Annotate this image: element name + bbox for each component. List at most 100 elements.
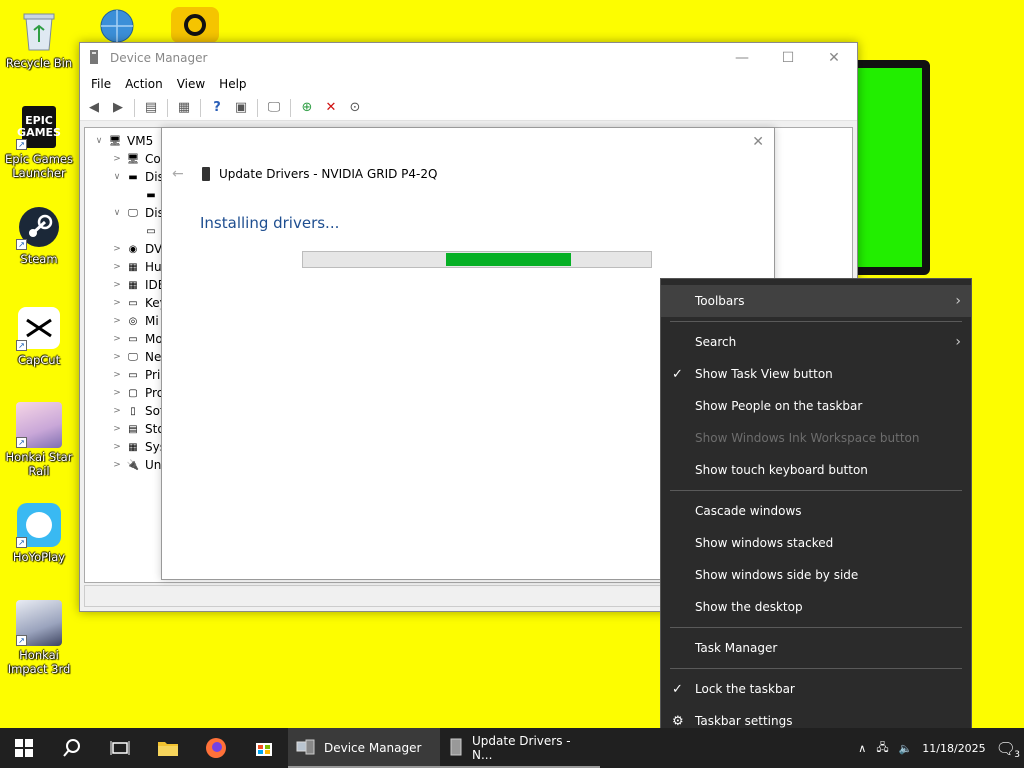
maximize-button[interactable]: ☐ <box>765 43 811 73</box>
tree-item[interactable]: ∨ 🖵 Dis <box>91 204 167 222</box>
back-arrow-icon[interactable]: ◀ <box>84 98 104 118</box>
chevron-up-icon[interactable]: ∧ <box>858 742 866 755</box>
help-icon[interactable]: ? <box>207 98 227 118</box>
menu-item-show-windows-side-by-side[interactable]: Show windows side by side <box>661 559 971 591</box>
menu-help[interactable]: Help <box>212 77 253 91</box>
chevron-right-icon[interactable]: > <box>109 298 125 308</box>
chevron-right-icon[interactable]: > <box>109 154 125 164</box>
network-icon[interactable]: 🖧 <box>876 739 888 758</box>
tree-item[interactable]: ▭ <box>91 222 167 240</box>
desktop-icon-capcut[interactable]: ↗ CapCut <box>4 305 74 367</box>
tree-item-label: Mi <box>145 314 159 328</box>
taskbar-app-update-drivers[interactable]: Update Drivers - N... <box>440 728 600 768</box>
recycle-bin-icon <box>16 8 62 54</box>
menu-item-label: Show touch keyboard button <box>695 463 868 477</box>
menu-item-show-touch-keyboard-button[interactable]: Show touch keyboard button <box>661 454 971 486</box>
file-explorer-icon[interactable] <box>144 728 192 768</box>
chevron-right-icon[interactable]: > <box>109 460 125 470</box>
menu-view[interactable]: View <box>170 77 212 91</box>
view-icon[interactable]: ▣ <box>231 98 251 118</box>
desktop-icon-epic-games[interactable]: EPIC GAMES ↗ Epic Games Launcher <box>4 104 74 180</box>
tree-item[interactable]: > ▯ Sof <box>91 402 167 420</box>
menu-file[interactable]: File <box>84 77 118 91</box>
tree-item[interactable]: > ▭ Key <box>91 294 167 312</box>
search-icon[interactable] <box>48 728 96 768</box>
menu-item-task-manager[interactable]: Task Manager <box>661 632 971 664</box>
menu-bar: File Action View Help <box>80 73 857 95</box>
tree-item[interactable]: > ▭ Pri <box>91 366 167 384</box>
ldplayer-icon[interactable] <box>171 7 219 43</box>
tree-item[interactable]: > 🔌 Un <box>91 456 167 474</box>
add-driver-icon[interactable]: ⊕ <box>297 98 317 118</box>
chevron-down-icon[interactable]: ∨ <box>109 208 125 218</box>
monitor-icon[interactable]: 🖵 <box>264 98 284 118</box>
properties-icon[interactable]: ▤ <box>141 98 161 118</box>
tree-item-label: Hu <box>145 260 162 274</box>
menu-item-toolbars[interactable]: Toolbars › <box>661 285 971 317</box>
tree-item[interactable]: ∨ 🖥 VM5 <box>91 132 167 150</box>
chevron-right-icon[interactable]: > <box>109 406 125 416</box>
tree-item[interactable]: > ▤ Sto <box>91 420 167 438</box>
close-button[interactable]: ✕ <box>811 43 857 73</box>
notification-icon[interactable]: 🗨 3 <box>996 739 1020 760</box>
menu-item-show-windows-ink-workspace-button: Show Windows Ink Workspace button <box>661 422 971 454</box>
chevron-right-icon[interactable]: > <box>109 352 125 362</box>
menu-item-cascade-windows[interactable]: Cascade windows <box>661 495 971 527</box>
desktop-icon-honkai-impact[interactable]: ↗ Honkai Impact 3rd <box>4 600 74 676</box>
menu-item-show-the-desktop[interactable]: Show the desktop <box>661 591 971 623</box>
firefox-icon[interactable] <box>192 728 240 768</box>
device-category-icon: ▦ <box>128 261 138 273</box>
desktop-icon-steam[interactable]: ↗ Steam <box>4 204 74 266</box>
tree-item[interactable]: > 🖵 Ne <box>91 348 167 366</box>
title-bar[interactable]: Device Manager — ☐ ✕ <box>80 43 857 73</box>
back-arrow-icon[interactable]: ← <box>172 166 202 182</box>
start-button[interactable] <box>0 728 48 768</box>
chevron-right-icon[interactable]: > <box>109 370 125 380</box>
toolbar: ◀ ▶ ▤ ▦ ? ▣ 🖵 ⊕ ✕ ⊙ <box>80 95 857 121</box>
desktop-icon-recycle-bin[interactable]: Recycle Bin <box>4 8 74 70</box>
tree-item[interactable]: > ▦ Hu <box>91 258 167 276</box>
tree-item[interactable]: > ◎ Mi <box>91 312 167 330</box>
chevron-right-icon[interactable]: > <box>109 334 125 344</box>
menu-item-show-windows-stacked[interactable]: Show windows stacked <box>661 527 971 559</box>
menu-item-lock-the-taskbar[interactable]: ✓ Lock the taskbar <box>661 673 971 705</box>
store-icon[interactable] <box>240 728 288 768</box>
desktop-icon-label: Recycle Bin <box>5 56 73 70</box>
list-icon[interactable]: ▦ <box>174 98 194 118</box>
tree-item[interactable]: > ▭ Mo <box>91 330 167 348</box>
chevron-right-icon[interactable]: > <box>109 280 125 290</box>
chevron-right-icon[interactable]: > <box>109 442 125 452</box>
tree-item-label: Pri <box>145 368 161 382</box>
tree-item[interactable]: ∨ ▬ Dis <box>91 168 167 186</box>
menu-item-search[interactable]: Search › <box>661 326 971 358</box>
menu-item-show-task-view-button[interactable]: ✓ Show Task View button <box>661 358 971 390</box>
desktop-icon-hoyoplay[interactable]: ↗ HoYoPlay <box>4 502 74 564</box>
globe-folder-icon[interactable] <box>96 8 138 44</box>
chevron-right-icon[interactable]: > <box>109 262 125 272</box>
chevron-right-icon[interactable]: > <box>109 244 125 254</box>
volume-icon[interactable]: 🔈 <box>899 742 913 755</box>
download-icon[interactable]: ⊙ <box>345 98 365 118</box>
clock-date[interactable]: 11/18/2025 <box>922 742 985 755</box>
chevron-right-icon[interactable]: > <box>109 388 125 398</box>
chevron-down-icon[interactable]: ∨ <box>91 136 107 146</box>
tree-item[interactable]: > ▦ IDE <box>91 276 167 294</box>
menu-item-show-people-on-the-taskbar[interactable]: Show People on the taskbar <box>661 390 971 422</box>
menu-action[interactable]: Action <box>118 77 170 91</box>
tree-item[interactable]: > 🖥 Co <box>91 150 167 168</box>
desktop-icon-honkai-star-rail[interactable]: ↗ Honkai Star Rail <box>4 402 74 478</box>
taskbar-app-device-manager[interactable]: Device Manager <box>288 728 440 768</box>
forward-arrow-icon[interactable]: ▶ <box>108 98 128 118</box>
uninstall-icon[interactable]: ✕ <box>321 98 341 118</box>
tree-item[interactable]: > ▦ Sys <box>91 438 167 456</box>
task-view-icon[interactable] <box>96 728 144 768</box>
chevron-down-icon[interactable]: ∨ <box>109 172 125 182</box>
tree-item[interactable]: > ◉ DV <box>91 240 167 258</box>
chevron-right-icon[interactable]: > <box>109 424 125 434</box>
tree-item[interactable]: > ▢ Pro <box>91 384 167 402</box>
close-icon[interactable]: ✕ <box>752 134 764 150</box>
minimize-button[interactable]: — <box>719 43 765 73</box>
tree-item[interactable]: ▬ <box>91 186 167 204</box>
chevron-right-icon[interactable]: > <box>109 316 125 326</box>
tree-item-label: Un <box>145 458 162 472</box>
